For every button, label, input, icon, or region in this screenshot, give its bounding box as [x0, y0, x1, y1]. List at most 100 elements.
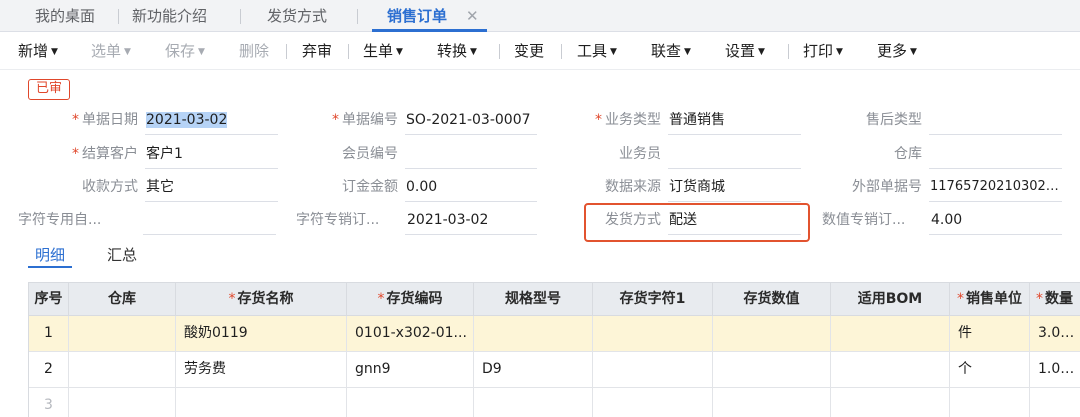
cell-item-name[interactable]: 酸奶0119: [176, 316, 347, 351]
doc-no-field[interactable]: SO-2021-03-0007: [405, 109, 537, 135]
warehouse-field[interactable]: [929, 143, 1062, 169]
cell-spec[interactable]: [474, 316, 593, 351]
header-item-char1[interactable]: 存货字符1: [593, 283, 713, 316]
required-mark: *: [595, 112, 602, 128]
add-button[interactable]: 新增 ▼: [18, 32, 58, 70]
select-bill-button[interactable]: 选单 ▼: [91, 32, 131, 70]
required-mark: *: [1036, 291, 1043, 307]
chevron-down-icon: ▼: [758, 47, 765, 57]
data-source-field[interactable]: 订货商城: [668, 176, 801, 202]
toolbar-separator: [348, 44, 349, 59]
cell-item-char1[interactable]: [593, 388, 713, 417]
cell-item-code[interactable]: [347, 388, 474, 417]
chevron-down-icon: ▼: [198, 47, 205, 57]
tools-button[interactable]: 工具 ▼: [577, 32, 617, 70]
cell-spec[interactable]: D9: [474, 352, 593, 387]
warehouse-label: 仓库: [894, 146, 922, 162]
header-warehouse[interactable]: 仓库: [69, 283, 176, 316]
cell-item-name[interactable]: 劳务费: [176, 352, 347, 387]
doc-no-label: * 单据编号: [300, 109, 398, 131]
biz-type-label-text: 业务类型: [605, 112, 661, 128]
header-sales-unit[interactable]: * 销售单位: [950, 283, 1030, 316]
table-row[interactable]: 2 劳务费 gnn9 D9 个 1.000: [29, 352, 1080, 388]
chevron-down-icon: ▼: [124, 47, 131, 57]
print-button[interactable]: 打印 ▼: [803, 32, 843, 70]
header-item-name-text: 存货名称: [237, 291, 294, 307]
biz-type-field[interactable]: 普通销售: [668, 109, 801, 135]
tab-detail[interactable]: 明细: [35, 242, 65, 268]
add-button-label: 新增: [18, 42, 49, 60]
cell-item-char1[interactable]: [593, 352, 713, 387]
close-icon[interactable]: ✕: [466, 0, 479, 32]
delete-button[interactable]: 删除: [239, 32, 269, 70]
cell-warehouse[interactable]: [69, 388, 176, 417]
deposit-amount-label: 订金金额: [342, 179, 398, 195]
cell-warehouse[interactable]: [69, 316, 176, 351]
char-sales-field[interactable]: 2021-03-02: [405, 209, 537, 235]
generate-label: 生单: [363, 42, 394, 60]
cell-quantity[interactable]: 1.000: [1030, 352, 1080, 387]
change-button[interactable]: 变更: [514, 32, 544, 70]
tab-summary[interactable]: 汇总: [107, 242, 137, 268]
cell-sales-unit[interactable]: 件: [950, 316, 1030, 351]
select-bill-label: 选单: [91, 42, 122, 60]
unapprove-button[interactable]: 弃审: [302, 32, 332, 70]
chevron-down-icon: ▼: [470, 47, 477, 57]
cell-item-code[interactable]: 0101-x302-01...: [347, 316, 474, 351]
table-row[interactable]: 3: [29, 388, 1080, 417]
cell-item-name[interactable]: [176, 388, 347, 417]
cell-item-num[interactable]: [713, 352, 831, 387]
doc-date-field[interactable]: 2021-03-02: [145, 109, 278, 135]
cell-bom[interactable]: [831, 316, 950, 351]
num-sales-field[interactable]: 4.00: [929, 209, 1062, 235]
cell-bom[interactable]: [831, 388, 950, 417]
save-button[interactable]: 保存 ▼: [165, 32, 205, 70]
cell-bom[interactable]: [831, 352, 950, 387]
convert-button[interactable]: 转换 ▼: [437, 32, 477, 70]
tab-new-features[interactable]: 新功能介绍: [132, 0, 207, 32]
cell-sales-unit[interactable]: [950, 388, 1030, 417]
convert-label: 转换: [437, 42, 468, 60]
external-no-field[interactable]: 117657202103020...: [929, 176, 1062, 202]
header-bom[interactable]: 适用BOM: [831, 283, 950, 316]
cell-quantity[interactable]: [1030, 388, 1080, 417]
cell-item-num[interactable]: [713, 316, 831, 351]
header-quantity-text: 数量: [1045, 291, 1073, 307]
save-button-label: 保存: [165, 42, 196, 60]
cell-sales-unit[interactable]: 个: [950, 352, 1030, 387]
query-label: 联查: [651, 42, 682, 60]
settle-customer-field[interactable]: 客户1: [145, 143, 278, 169]
tab-shipping-method[interactable]: 发货方式: [267, 0, 327, 32]
cell-spec[interactable]: [474, 388, 593, 417]
tab-bar: 我的桌面 新功能介绍 发货方式 销售订单 ✕: [0, 0, 1080, 32]
table-row[interactable]: 1 酸奶0119 0101-x302-01... 件 3.000: [29, 316, 1080, 352]
print-label: 打印: [803, 42, 834, 60]
generate-button[interactable]: 生单 ▼: [363, 32, 403, 70]
after-sale-type-field[interactable]: [929, 109, 1062, 135]
member-no-field[interactable]: [405, 143, 537, 169]
header-item-num[interactable]: 存货数值: [713, 283, 831, 316]
header-quantity[interactable]: * 数量: [1030, 283, 1080, 316]
cell-warehouse[interactable]: [69, 352, 176, 387]
settings-button[interactable]: 设置 ▼: [725, 32, 765, 70]
toolbar: 新增 ▼ 选单 ▼ 保存 ▼ 删除 弃审 生单 ▼ 转换 ▼ 变更 工具 ▼ 联查 ▼ 设置 ▼…: [0, 32, 1080, 70]
cell-item-code[interactable]: gnn9: [347, 352, 474, 387]
header-spec[interactable]: 规格型号: [474, 283, 593, 316]
cell-item-char1[interactable]: [593, 316, 713, 351]
chevron-down-icon: ▼: [684, 47, 691, 57]
header-item-name[interactable]: * 存货名称: [176, 283, 347, 316]
more-button[interactable]: 更多 ▼: [877, 32, 917, 70]
deposit-amount-field[interactable]: 0.00: [405, 176, 537, 202]
tab-sales-order[interactable]: 销售订单: [387, 0, 447, 32]
cell-item-num[interactable]: [713, 388, 831, 417]
header-seq[interactable]: 序号: [29, 283, 69, 316]
char-custom-field[interactable]: [143, 209, 276, 235]
more-label: 更多: [877, 42, 908, 60]
payment-method-field[interactable]: 其它: [145, 176, 278, 202]
query-button[interactable]: 联查 ▼: [651, 32, 691, 70]
doc-date-label: * 单据日期: [40, 109, 138, 131]
cell-quantity[interactable]: 3.000: [1030, 316, 1080, 351]
salesman-field[interactable]: [668, 143, 801, 169]
header-item-code[interactable]: * 存货编码: [347, 283, 474, 316]
tab-my-desktop[interactable]: 我的桌面: [35, 0, 95, 32]
